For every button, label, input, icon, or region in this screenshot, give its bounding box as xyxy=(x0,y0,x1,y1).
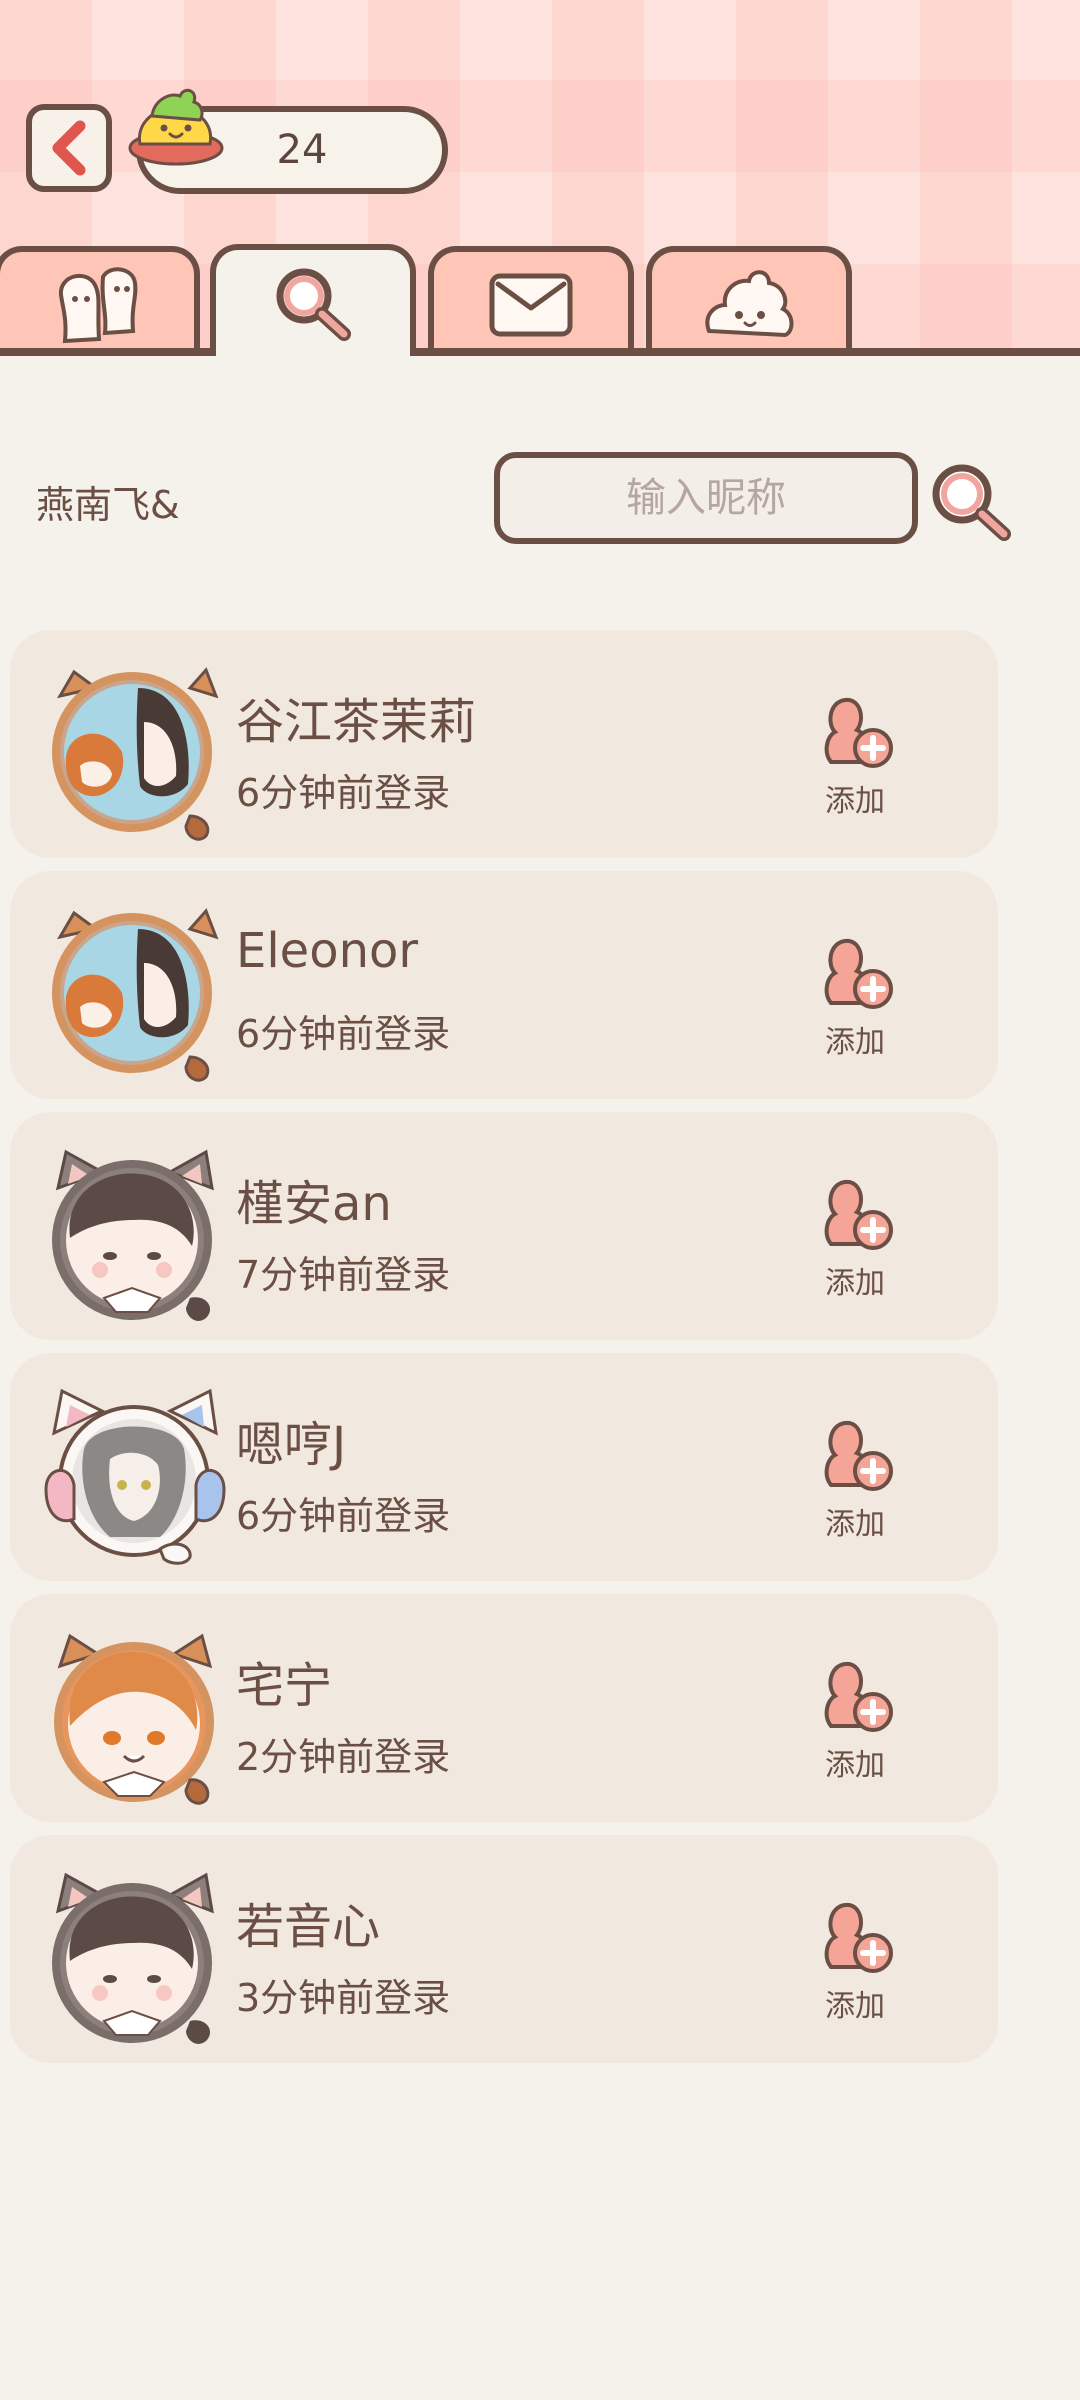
friends-icon xyxy=(58,267,138,344)
search-icon xyxy=(276,268,351,341)
nickname-search-field[interactable] xyxy=(494,452,918,544)
login-status: 2分钟前登录 xyxy=(236,1735,451,1779)
search-results-list: 谷江茶茉莉 6分钟前登录 添加 Eleonor 6分钟前登录 添加 槿安an 7… xyxy=(10,630,998,2076)
add-friend-button[interactable]: 添加 xyxy=(800,1897,910,2037)
avatar xyxy=(52,908,219,1082)
list-item[interactable]: Eleonor 6分钟前登录 添加 xyxy=(10,871,998,1099)
mail-icon xyxy=(489,273,573,337)
nickname-input[interactable] xyxy=(500,474,912,522)
add-friend-icon xyxy=(824,1420,893,1491)
add-friend-icon xyxy=(824,1179,893,1250)
add-friend-icon xyxy=(824,938,893,1009)
tab-blob[interactable] xyxy=(646,246,852,356)
tab-friends[interactable] xyxy=(0,246,200,356)
friend-name: 若音心 xyxy=(236,1899,381,1955)
current-username: 燕南飞& xyxy=(36,483,180,527)
add-friend-button[interactable]: 添加 xyxy=(800,692,910,832)
back-button[interactable] xyxy=(26,104,112,192)
list-item[interactable]: 谷江茶茉莉 6分钟前登录 添加 xyxy=(10,630,998,858)
friend-name: 宅宁 xyxy=(236,1658,333,1714)
list-item[interactable]: 槿安an 7分钟前登录 添加 xyxy=(10,1112,998,1340)
add-friend-icon xyxy=(824,1661,893,1732)
friend-name: Eleonor xyxy=(236,923,419,979)
avatar xyxy=(54,1633,214,1805)
login-status: 6分钟前登录 xyxy=(236,1494,451,1538)
login-status: 3分钟前登录 xyxy=(236,1976,451,2020)
add-label: 添加 xyxy=(825,784,885,819)
add-friend-icon xyxy=(824,1902,893,1973)
login-status: 6分钟前登录 xyxy=(236,771,451,815)
login-status: 7分钟前登录 xyxy=(236,1253,451,1297)
add-label: 添加 xyxy=(825,1266,885,1301)
add-friend-button[interactable]: 添加 xyxy=(800,1174,910,1314)
friend-name: 谷江茶茉莉 xyxy=(236,694,477,750)
friend-name: 槿安an xyxy=(236,1176,392,1232)
avatar xyxy=(52,667,219,841)
add-label: 添加 xyxy=(825,1989,885,2024)
tab-divider xyxy=(0,348,1080,356)
blob-icon xyxy=(705,270,794,338)
add-friend-button[interactable]: 添加 xyxy=(800,1656,910,1796)
avatar xyxy=(52,1149,214,1321)
list-item[interactable]: 宅宁 2分钟前登录 添加 xyxy=(10,1594,998,1822)
poop-currency-icon xyxy=(128,88,224,166)
add-friend-button[interactable]: 添加 xyxy=(800,933,910,1073)
add-friend-button[interactable]: 添加 xyxy=(800,1415,910,1555)
top-header: 24 xyxy=(0,0,1080,356)
tab-search[interactable] xyxy=(210,244,416,356)
avatar xyxy=(52,1872,214,2044)
chevron-left-icon xyxy=(52,120,86,176)
list-item[interactable]: 嗯哼J 6分钟前登录 添加 xyxy=(10,1353,998,1581)
tab-mail[interactable] xyxy=(428,246,634,356)
add-label: 添加 xyxy=(825,1748,885,1783)
add-label: 添加 xyxy=(825,1025,885,1060)
list-item[interactable]: 若音心 3分钟前登录 添加 xyxy=(10,1835,998,2063)
add-label: 添加 xyxy=(825,1507,885,1542)
friend-name: 嗯哼J xyxy=(236,1417,347,1473)
login-status: 6分钟前登录 xyxy=(236,1012,451,1056)
add-friend-icon xyxy=(824,697,893,768)
search-button-icon[interactable] xyxy=(924,456,1014,546)
avatar xyxy=(44,1389,226,1565)
